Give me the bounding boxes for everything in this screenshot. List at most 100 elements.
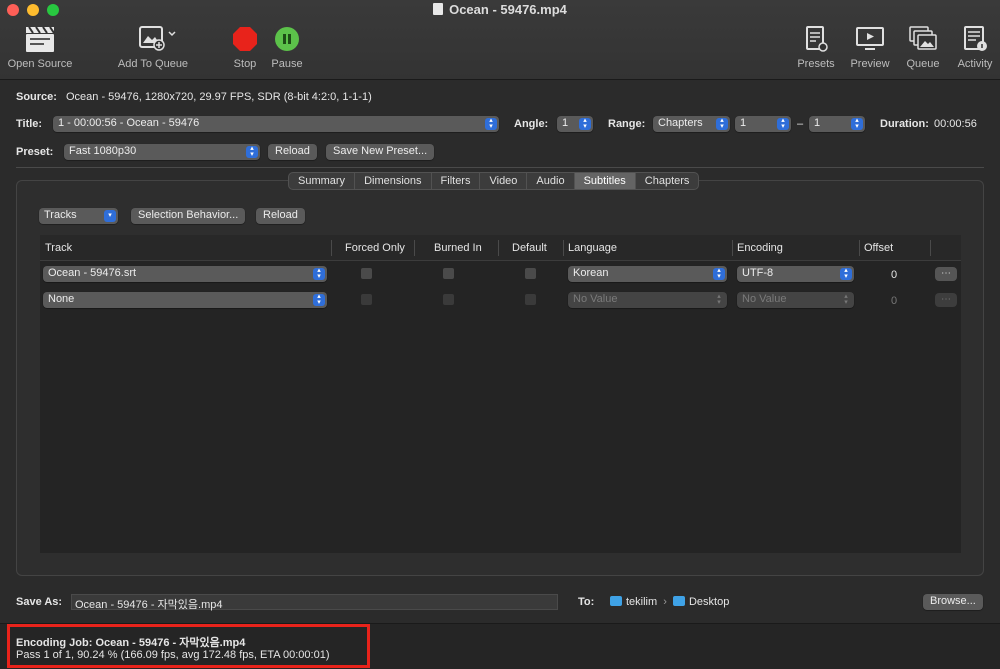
title-label: Title: <box>16 118 43 130</box>
subtitles-reload-button[interactable]: Reload <box>256 208 305 224</box>
folder-icon <box>672 596 685 606</box>
save-new-preset-button[interactable]: Save New Preset... <box>326 144 435 160</box>
stop-button[interactable]: Stop <box>226 24 264 70</box>
column-encoding[interactable]: Encoding <box>737 242 783 254</box>
range-mode-popup[interactable]: Chapters ▴ ▾ <box>653 116 730 132</box>
popup-arrows-icon: ▴ ▾ <box>246 145 258 158</box>
save-as-filename: Ocean - 59476 - 자막있음.mp4 <box>75 599 223 611</box>
preview-icon <box>856 27 884 50</box>
path-separator: › <box>663 596 667 608</box>
source-info: Ocean - 59476, 1280x720, 29.97 FPS, SDR … <box>66 91 372 103</box>
column-divider <box>331 240 332 256</box>
popup-arrows-icon: ▴ ▾ <box>485 117 497 130</box>
pause-label: Pause <box>271 58 303 70</box>
burned-in-checkbox[interactable] <box>443 268 454 279</box>
preview-label: Preview <box>850 58 890 70</box>
forced-only-checkbox[interactable] <box>361 294 372 305</box>
offset-field[interactable]: 0 <box>891 269 897 281</box>
popup-arrows-icon: ▴ ▾ <box>713 267 725 280</box>
table-header: Track Forced Only Burned In Default Lang… <box>40 235 961 261</box>
burned-in-checkbox[interactable] <box>443 294 454 305</box>
encoding-popup[interactable]: No Value ▴ ▾ <box>737 292 854 308</box>
tab-chapters[interactable]: Chapters <box>636 173 699 189</box>
open-source-button[interactable]: Open Source <box>6 24 74 70</box>
language-value: Korean <box>573 267 609 279</box>
column-default[interactable]: Default <box>512 242 547 254</box>
pause-button[interactable]: Pause <box>268 24 306 70</box>
column-language[interactable]: Language <box>568 242 617 254</box>
selection-behavior-button[interactable]: Selection Behavior... <box>131 208 246 224</box>
preset-label: Preset: <box>16 146 54 158</box>
queue-button[interactable]: Queue <box>902 24 944 70</box>
forced-only-checkbox[interactable] <box>361 268 372 279</box>
path-user: tekilim <box>626 596 658 608</box>
tracks-popup[interactable]: Tracks ▾ <box>39 208 118 224</box>
save-new-preset-label: Save New Preset... <box>333 145 428 157</box>
duration-value: 00:00:56 <box>934 118 977 130</box>
range-start-field[interactable]: 1 ▴ ▾ <box>735 116 791 132</box>
offset-field[interactable]: 0 <box>891 295 897 307</box>
column-divider <box>563 240 564 256</box>
encoding-value: No Value <box>742 293 787 305</box>
tab-video[interactable]: Video <box>480 173 528 189</box>
stop-label: Stop <box>233 58 257 70</box>
stepper-arrows-icon[interactable]: ▴ ▾ <box>851 117 863 130</box>
column-offset[interactable]: Offset <box>864 242 893 254</box>
presets-label: Presets <box>797 58 835 70</box>
add-to-queue-button[interactable]: Add To Queue <box>116 24 190 70</box>
column-track[interactable]: Track <box>45 242 72 254</box>
range-end-value: 1 <box>814 117 821 129</box>
save-as-field[interactable]: Ocean - 59476 - 자막있음.mp4 <box>71 594 558 611</box>
tab-filters[interactable]: Filters <box>432 173 481 189</box>
default-checkbox[interactable] <box>525 294 536 305</box>
stepper-arrows-icon[interactable]: ▴ ▾ <box>777 117 789 130</box>
activity-button[interactable]: Activity <box>952 24 998 70</box>
browse-label: Browse... <box>930 595 976 607</box>
activity-icon <box>964 26 987 51</box>
language-popup[interactable]: No Value ▴ ▾ <box>568 292 727 308</box>
duration-label: Duration: <box>880 118 929 130</box>
encoding-popup[interactable]: UTF-8 ▴ ▾ <box>737 266 854 282</box>
column-divider <box>930 240 931 256</box>
path-folder: Desktop <box>688 596 730 608</box>
track-popup[interactable]: Ocean - 59476.srt ▴ ▾ <box>43 266 327 282</box>
more-options-icon[interactable]: ⋯ <box>935 267 957 281</box>
destination-path[interactable]: tekilim › Desktop <box>610 596 729 608</box>
destination-label: To: <box>578 596 595 608</box>
toolbar: Ocean - 59476.mp4 Open Source Add To Que… <box>0 0 1000 80</box>
column-divider <box>732 240 733 256</box>
popup-arrows-icon: ▴ ▾ <box>313 267 325 280</box>
title-popup[interactable]: 1 - 00:00:56 - Ocean - 59476 ▴ ▾ <box>53 116 499 132</box>
range-end-field[interactable]: 1 ▴ ▾ <box>809 116 865 132</box>
track-popup[interactable]: None ▴ ▾ <box>43 292 327 308</box>
default-checkbox[interactable] <box>525 268 536 279</box>
tab-summary[interactable]: Summary <box>289 173 356 189</box>
column-forced-only[interactable]: Forced Only <box>345 242 405 254</box>
stop-icon <box>233 27 257 51</box>
source-label: Source: <box>16 91 57 103</box>
angle-popup[interactable]: 1 ▴ ▾ <box>557 116 593 132</box>
preset-reload-label: Reload <box>275 145 310 157</box>
folder-icon <box>610 596 622 606</box>
tab-subtitles[interactable]: Subtitles <box>574 173 636 189</box>
divider <box>16 167 984 168</box>
preview-button[interactable]: Preview <box>848 24 892 70</box>
more-options-icon[interactable]: ⋯ <box>935 293 957 307</box>
tab-dimensions[interactable]: Dimensions <box>355 173 432 189</box>
browse-button[interactable]: Browse... <box>923 594 983 610</box>
highlight-box <box>7 624 370 668</box>
popup-arrows-icon: ▴ ▾ <box>840 267 852 280</box>
add-to-queue-icon <box>139 26 176 51</box>
document-icon <box>433 3 444 15</box>
tab-audio[interactable]: Audio <box>527 173 575 189</box>
presets-button[interactable]: Presets <box>794 24 838 70</box>
angle-popup-value: 1 <box>562 117 569 129</box>
column-burned-in[interactable]: Burned In <box>434 242 482 254</box>
preset-reload-button[interactable]: Reload <box>268 144 317 160</box>
preset-popup[interactable]: Fast 1080p30 ▴ ▾ <box>64 144 260 160</box>
language-popup[interactable]: Korean ▴ ▾ <box>568 266 727 282</box>
popup-arrows-icon: ▴ ▾ <box>579 117 591 130</box>
queue-icon <box>909 26 937 50</box>
subtitles-reload-label: Reload <box>263 209 298 221</box>
selection-behavior-label: Selection Behavior... <box>138 209 239 221</box>
